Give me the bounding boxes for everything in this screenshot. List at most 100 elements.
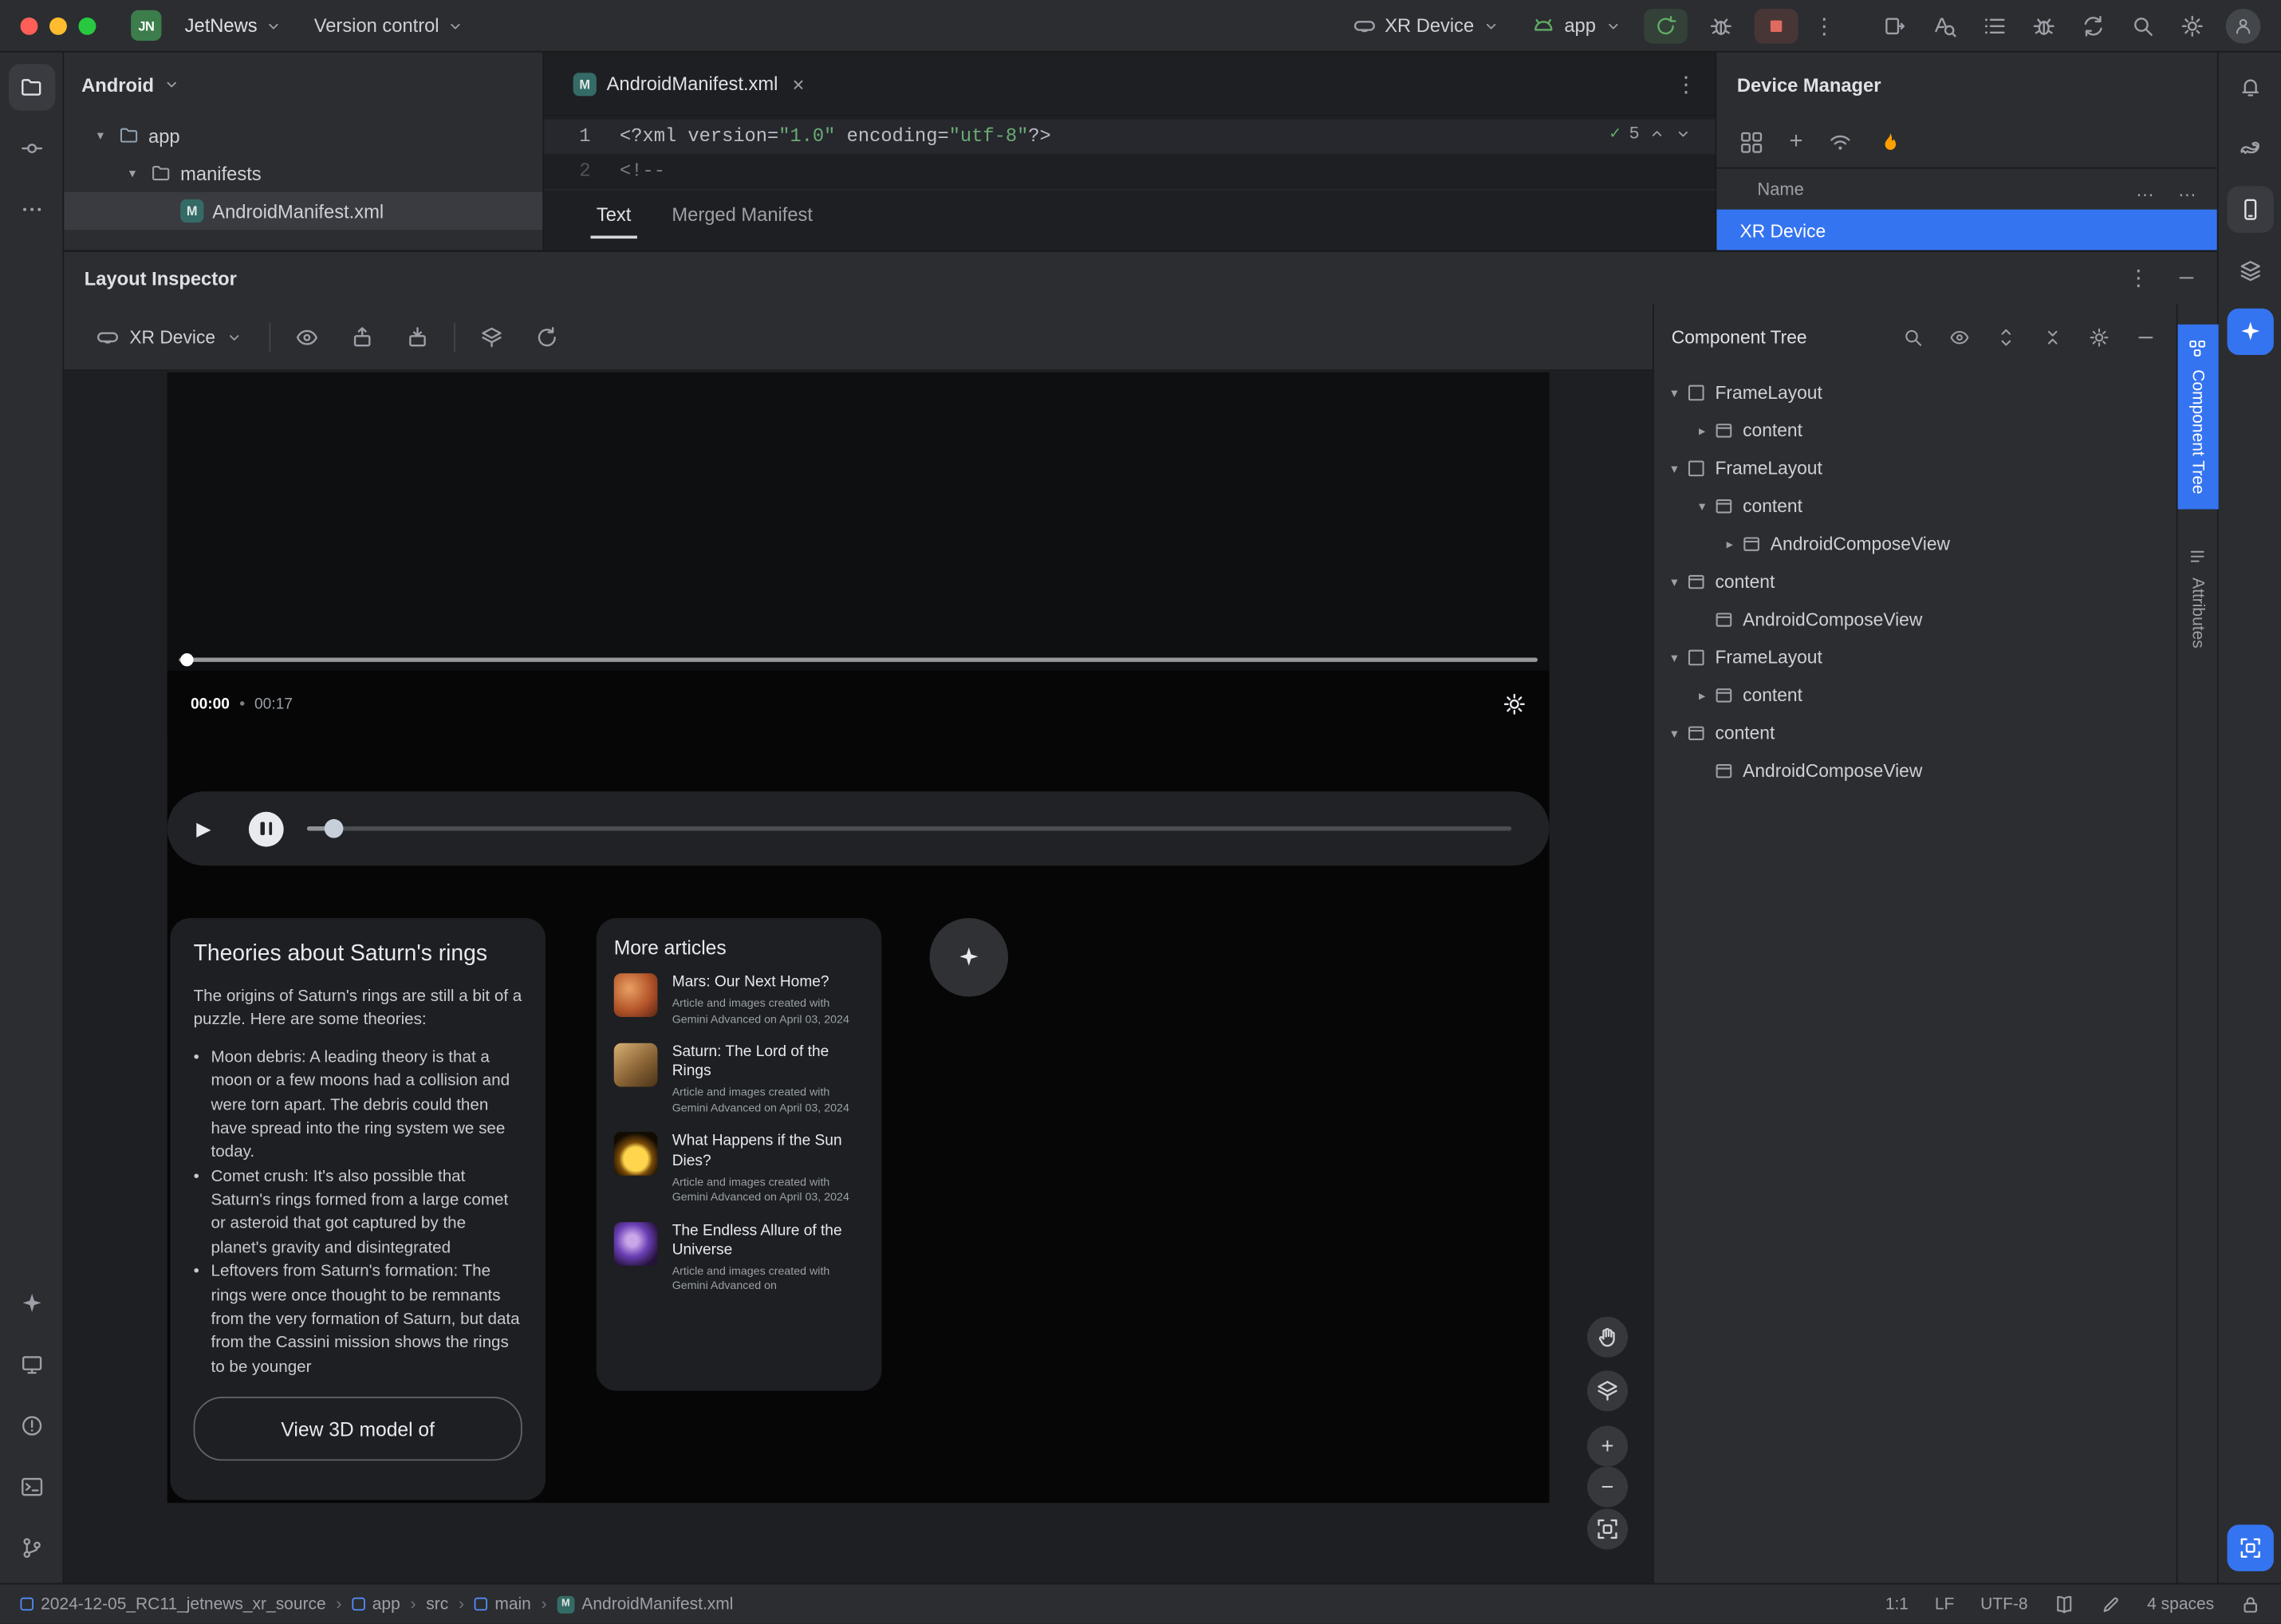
line-ending[interactable]: LF (1935, 1595, 1954, 1613)
project-menu[interactable]: JetNews (176, 10, 291, 41)
component-tree-row[interactable]: AndroidComposeView (1654, 752, 2177, 790)
search-everywhere-button[interactable] (2121, 6, 2165, 44)
video-settings-icon[interactable] (1503, 692, 1526, 715)
project-view-selector[interactable]: Android (81, 73, 180, 95)
video-progress-bar[interactable] (179, 652, 1538, 667)
chevron-down-icon[interactable] (1674, 124, 1692, 142)
close-window-button[interactable] (20, 16, 38, 34)
edit-mode-icon[interactable] (2101, 1594, 2121, 1614)
editor-tab-androidmanifest[interactable]: M AndroidManifest.xml × (558, 53, 823, 115)
commit-tool-button[interactable] (8, 125, 54, 171)
import-snapshot-button[interactable] (399, 318, 436, 356)
editor-options-icon[interactable]: ⋮ (1672, 70, 1700, 97)
user-avatar[interactable] (2225, 8, 2261, 43)
breadcrumb-item[interactable]: src (426, 1595, 448, 1613)
chevron-up-icon[interactable] (1649, 124, 1666, 142)
component-tree-row[interactable]: ▾ content (1654, 487, 2177, 525)
pair-wifi-icon[interactable] (1829, 130, 1852, 153)
sync-button[interactable] (2071, 6, 2115, 44)
chevron-down-icon[interactable]: ▾ (1663, 725, 1686, 741)
chevron-right-icon[interactable]: ▸ (1690, 423, 1713, 439)
device-manager-button[interactable] (2226, 186, 2273, 233)
code-line[interactable]: 2 <!-- (544, 154, 1715, 189)
device-selector[interactable]: XR Device (1342, 10, 1511, 41)
chevron-down-icon[interactable]: ▾ (1663, 649, 1686, 665)
toggle-3d-button[interactable] (473, 318, 510, 356)
tab-attributes[interactable]: Attributes (2177, 532, 2218, 662)
editor-view-text[interactable]: Text (590, 191, 637, 239)
process-selector[interactable]: XR Device (87, 319, 251, 354)
zoom-out-button[interactable]: − (1586, 1466, 1629, 1508)
more-actions-icon[interactable]: ⋮ (1810, 13, 1838, 39)
terminal-button[interactable] (8, 1464, 54, 1510)
device-screen-render[interactable]: 00:00 00:17 ▶ Theories about Saturn's ri… (167, 372, 1550, 1504)
article-item[interactable]: The Endless Allure of the Universe Articl… (613, 1221, 865, 1295)
tree-node-manifests[interactable]: ▾ manifests (64, 154, 542, 191)
vcs-menu[interactable]: Version control (305, 10, 473, 41)
layer-mode-button[interactable] (1586, 1370, 1629, 1412)
component-tree-row[interactable]: ▾ FrameLayout (1654, 639, 2177, 676)
stop-button[interactable] (1754, 8, 1798, 43)
breadcrumb[interactable]: 2024-12-05_RC11_jetnews_xr_source › app › sr… (20, 1595, 733, 1613)
breadcrumb-item[interactable]: M AndroidManifest.xml (557, 1595, 733, 1613)
panel-options-icon[interactable]: ⋮ (2124, 265, 2153, 291)
file-encoding[interactable]: UTF-8 (1980, 1595, 2027, 1613)
audio-player[interactable]: ▶ (167, 791, 1550, 866)
zoom-to-fit-button[interactable] (1586, 1508, 1629, 1550)
minimize-panel-icon[interactable] (2177, 268, 2197, 289)
tree-node-app[interactable]: ▾ app (64, 116, 542, 154)
view-options-button[interactable] (288, 318, 325, 356)
close-tab-icon[interactable]: × (788, 72, 809, 95)
gemini-tool-button[interactable] (8, 1280, 54, 1326)
slider-thumb[interactable] (324, 818, 344, 838)
component-tree-row[interactable]: ▾ FrameLayout (1654, 374, 2177, 412)
notifications-button[interactable] (2227, 64, 2273, 110)
component-tree-row[interactable]: ▸ content (1654, 412, 2177, 449)
component-tree-row[interactable]: ▾ FrameLayout (1654, 450, 2177, 487)
gemini-assistant-button[interactable] (2226, 308, 2273, 356)
chevron-down-icon[interactable]: ▾ (1663, 574, 1686, 590)
running-devices-button[interactable] (8, 1342, 54, 1388)
export-snapshot-button[interactable] (344, 318, 381, 356)
component-tree-row[interactable]: ▾ content (1654, 715, 2177, 752)
minimize-window-button[interactable] (49, 16, 67, 34)
firebase-icon[interactable] (1878, 130, 1901, 153)
code-editor[interactable]: ✓ 5 1 <?xml version="1.0" encoding="utf-8… (544, 116, 1716, 189)
spatial-fab-button[interactable] (929, 917, 1009, 997)
more-tool-windows-button[interactable] (8, 186, 54, 232)
indent-setting[interactable]: 4 spaces (2147, 1595, 2214, 1613)
gradle-button[interactable] (2227, 125, 2273, 171)
article-item[interactable]: Mars: Our Next Home? Article and images c… (613, 973, 865, 1027)
pause-button[interactable] (248, 810, 284, 846)
tree-search-button[interactable] (1894, 318, 1932, 356)
device-row-xr-device[interactable]: XR Device (1716, 209, 2217, 250)
pan-mode-button[interactable] (1586, 1316, 1629, 1358)
chevron-down-icon[interactable]: ▾ (1663, 460, 1686, 476)
zoom-window-button[interactable] (78, 16, 97, 34)
profiler-button[interactable] (2022, 6, 2066, 44)
problems-button[interactable] (8, 1402, 54, 1449)
reader-mode-icon[interactable] (2054, 1594, 2074, 1614)
breadcrumb-item[interactable]: main (474, 1595, 531, 1613)
component-tree-row[interactable]: ▾ content (1654, 563, 2177, 601)
video-progress-thumb[interactable] (180, 652, 194, 667)
view-3d-model-button[interactable]: View 3D model of (193, 1397, 522, 1461)
layout-inspector-canvas[interactable]: 00:00 00:17 ▶ Theories about Saturn's ri… (64, 371, 1653, 1585)
group-devices-icon[interactable] (1740, 130, 1763, 153)
cursor-position[interactable]: 1:1 (1885, 1595, 1909, 1613)
project-tool-button[interactable] (8, 64, 55, 111)
editor-view-merged-manifest[interactable]: Merged Manifest (672, 191, 813, 238)
chevron-down-icon[interactable]: ▾ (122, 165, 143, 181)
hide-panel-button[interactable] (2127, 318, 2165, 356)
add-device-icon[interactable]: + (1790, 128, 1803, 155)
rerun-button[interactable] (1644, 8, 1688, 43)
layout-inspector-button[interactable] (2226, 1524, 2273, 1571)
component-tree-row[interactable]: ▸ AndroidComposeView (1654, 525, 2177, 562)
debug-button[interactable] (1699, 6, 1743, 44)
chevron-down-icon[interactable]: ▾ (1663, 384, 1686, 400)
todo-button[interactable] (1972, 6, 2016, 44)
tree-settings-button[interactable] (2080, 318, 2118, 356)
component-tree-row[interactable]: ▸ content (1654, 676, 2177, 714)
chevron-down-icon[interactable]: ▾ (1690, 499, 1713, 514)
column-options-icon[interactable]: … (2178, 178, 2197, 199)
